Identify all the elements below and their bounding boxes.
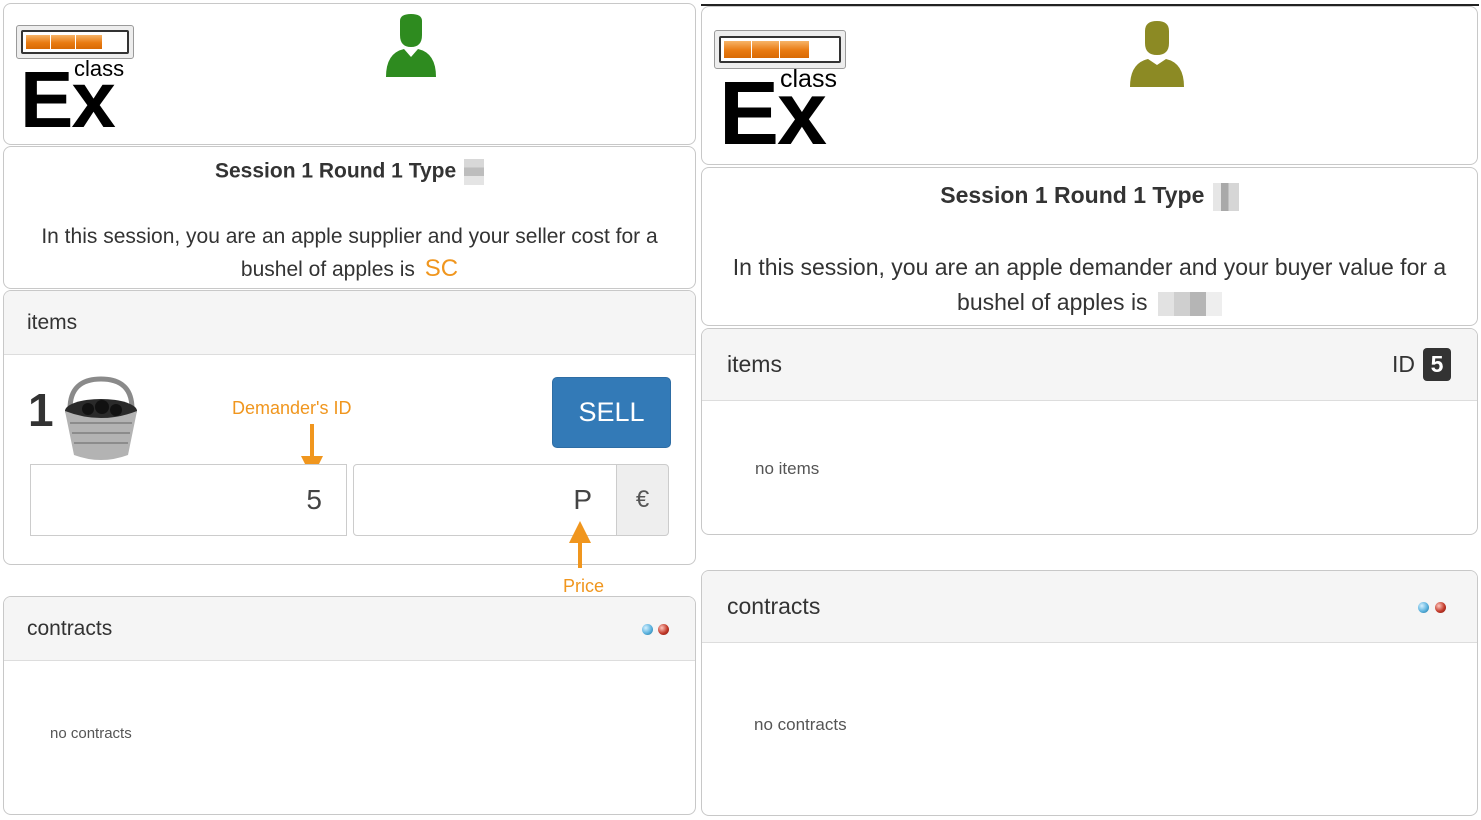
role-description: In this session, you are an apple demand… (732, 254, 1447, 316)
basket-icon (65, 376, 137, 460)
price-arrowhead (569, 521, 591, 543)
left-items-panel: items 1 Demander's ID SELL 5 P € (3, 290, 696, 565)
item-number: 1 (28, 384, 54, 436)
seller-cost-value: SC (424, 255, 459, 282)
contracts-label: contracts (27, 617, 113, 640)
classex-logo-progress (21, 30, 129, 54)
left-contracts-panel: contracts no contracts (3, 596, 696, 815)
status-dot-blue-icon (642, 624, 653, 635)
left-header-card: class Ex (3, 3, 696, 145)
user-id-label: ID (1392, 351, 1415, 377)
demander-id-arrow (310, 424, 314, 458)
classex-logo-progress (719, 36, 841, 63)
status-dot-blue-icon (1418, 602, 1429, 613)
user-icon (386, 14, 436, 77)
right-header-card: class Ex (701, 6, 1478, 165)
classex-logo-main-text: Ex (719, 64, 827, 164)
items-panel-header: items (4, 291, 695, 355)
items-label: items (727, 351, 782, 377)
role-description: In this session, you are an apple suppli… (41, 225, 658, 282)
status-dot-red-icon (658, 624, 669, 635)
contracts-label: contracts (727, 593, 821, 619)
price-arrow (578, 541, 582, 568)
obscured-type-value (464, 159, 484, 185)
demander-id-annotation: Demander's ID (232, 398, 352, 418)
sell-button[interactable]: SELL (552, 377, 671, 448)
user-id-badge: 5 (1423, 348, 1451, 381)
contracts-panel-header: contracts (702, 571, 1477, 643)
contracts-panel-header: contracts (4, 597, 695, 661)
session-title: Session 1 Round 1 Type (4, 159, 695, 185)
right-contracts-panel: contracts no contracts (701, 570, 1478, 816)
no-contracts-text: no contracts (50, 725, 132, 742)
classex-logo-main-text: Ex (20, 55, 116, 144)
demander-id-input[interactable]: 5 (30, 464, 347, 536)
classex-logo-progress-frame (16, 25, 134, 59)
currency-addon: € (616, 464, 669, 536)
session-title: Session 1 Round 1 Type (702, 182, 1477, 211)
price-annotation: Price (563, 576, 605, 596)
no-contracts-text: no contracts (754, 715, 847, 734)
status-dot-red-icon (1435, 602, 1446, 613)
right-session-card: Session 1 Round 1 Type In this session, … (701, 167, 1478, 326)
items-panel-header: items ID 5 (702, 329, 1477, 401)
obscured-buyer-value (1157, 291, 1222, 316)
obscured-type-value (1212, 182, 1239, 211)
items-label: items (27, 311, 78, 334)
no-items-text: no items (755, 459, 820, 478)
left-session-card: Session 1 Round 1 Type In this session, … (3, 146, 696, 289)
user-icon (1130, 21, 1184, 87)
right-items-panel: items ID 5 no items (701, 328, 1478, 535)
